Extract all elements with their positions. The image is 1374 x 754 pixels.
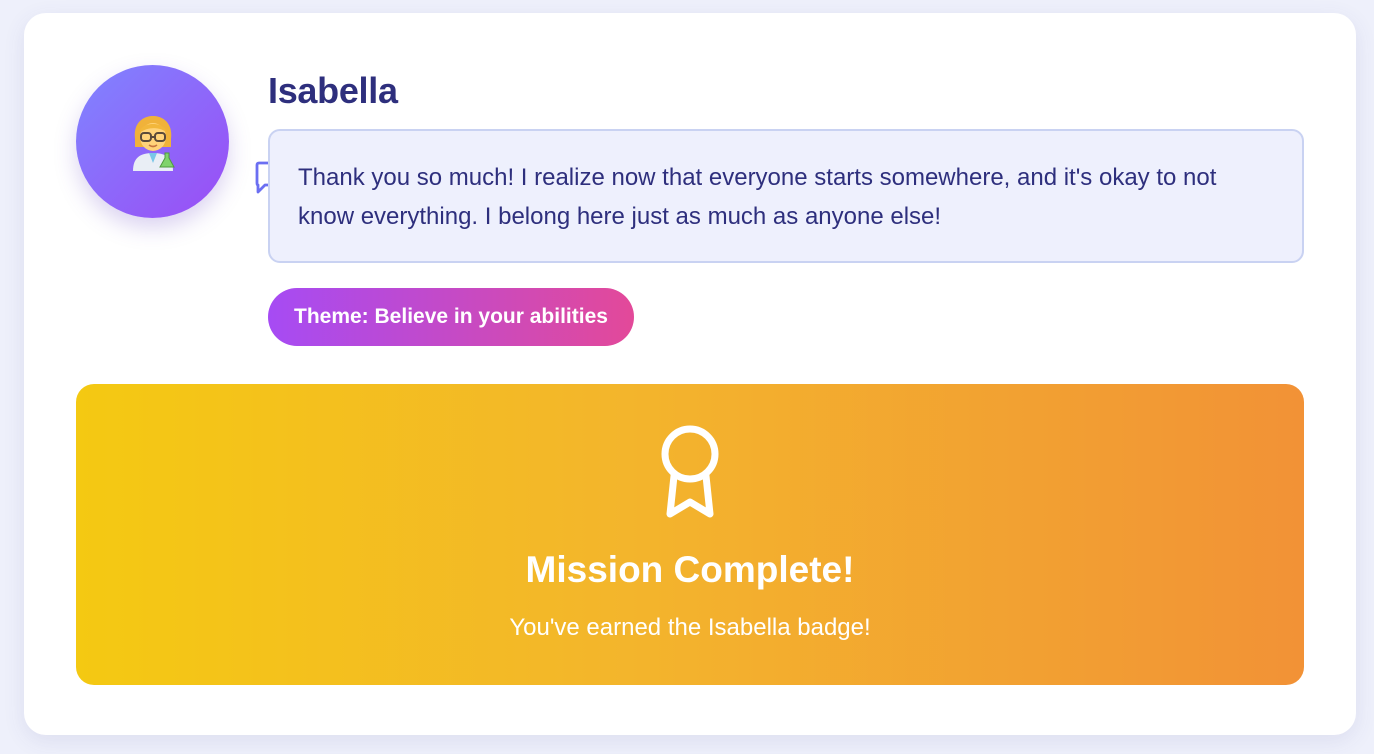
character-name: Isabella: [268, 70, 398, 111]
avatar: [76, 65, 229, 218]
theme-badge: Theme: Believe in your abilities: [268, 288, 634, 346]
mission-subtitle: You've earned the Isabella badge!: [509, 614, 871, 641]
dialogue-card: Isabella Thank you so much! I realize no…: [24, 13, 1356, 735]
scientist-woman-icon: [132, 115, 175, 171]
award-ribbon-icon: [661, 425, 719, 518]
mission-title: Mission Complete!: [525, 549, 855, 590]
speech-bubble: Thank you so much! I realize now that ev…: [268, 129, 1304, 263]
mission-complete-panel: Mission Complete! You've earned the Isab…: [76, 384, 1304, 685]
dialogue-message: Thank you so much! I realize now that ev…: [298, 164, 1217, 230]
